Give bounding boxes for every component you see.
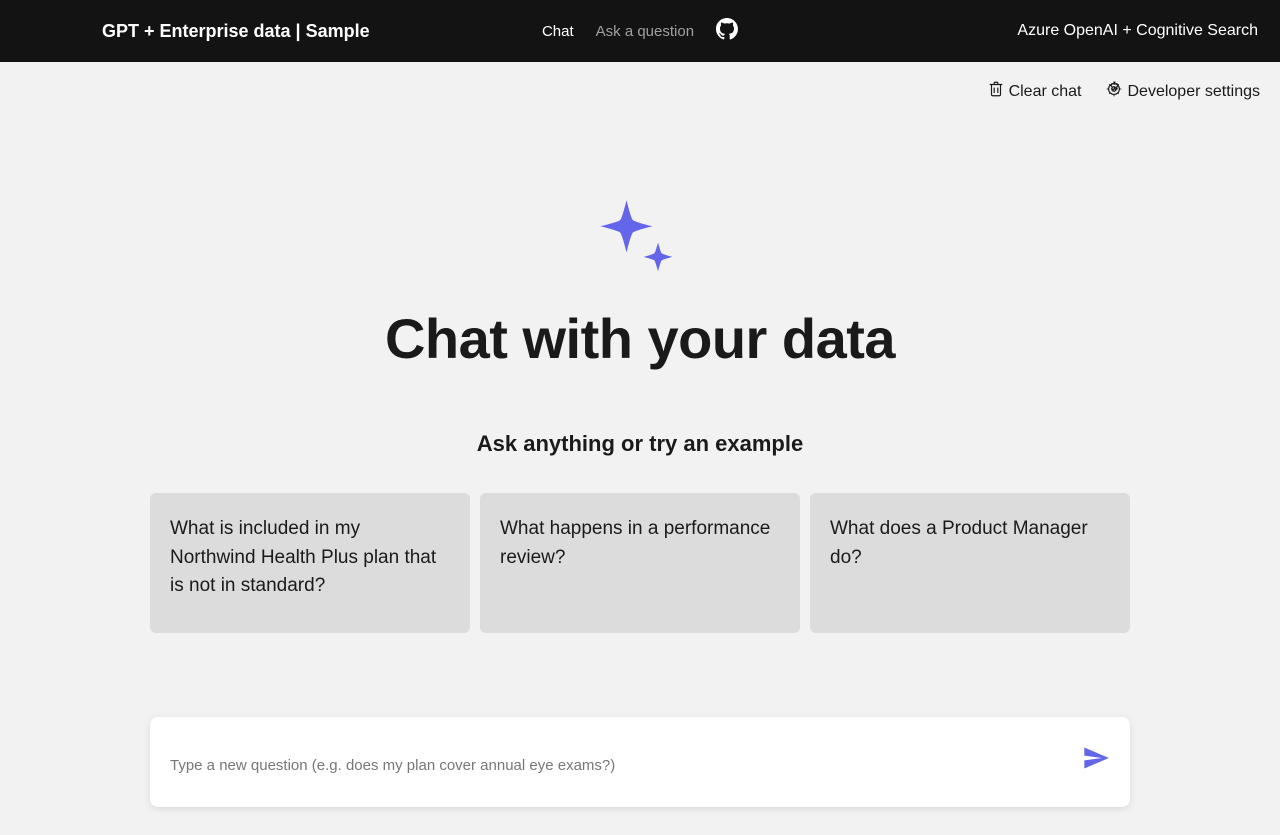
chat-input-container <box>150 717 1130 807</box>
trash-icon <box>987 80 1005 103</box>
main: Chat with your data Ask anything or try … <box>0 103 1280 807</box>
clear-chat-label: Clear chat <box>1009 83 1082 101</box>
chat-input[interactable] <box>170 751 1082 774</box>
toolbar: Clear chat Developer settings <box>0 62 1280 103</box>
example-card[interactable]: What does a Product Manager do? <box>810 493 1130 633</box>
example-card[interactable]: What happens in a performance review? <box>480 493 800 633</box>
nav-ask-question[interactable]: Ask a question <box>596 23 694 40</box>
nav: Chat Ask a question <box>542 18 738 45</box>
page-title: Chat with your data <box>385 306 895 371</box>
send-button[interactable] <box>1082 744 1110 781</box>
header-right-text: Azure OpenAI + Cognitive Search <box>1017 22 1260 40</box>
clear-chat-button[interactable]: Clear chat <box>987 80 1082 103</box>
gear-icon <box>1105 80 1123 103</box>
sparkle-icon <box>595 193 685 306</box>
developer-settings-label: Developer settings <box>1127 83 1260 101</box>
nav-chat[interactable]: Chat <box>542 23 574 40</box>
developer-settings-button[interactable]: Developer settings <box>1105 80 1260 103</box>
github-icon[interactable] <box>716 18 738 45</box>
header: GPT + Enterprise data | Sample Chat Ask … <box>0 0 1280 62</box>
app-title: GPT + Enterprise data | Sample <box>20 21 370 42</box>
example-cards: What is included in my Northwind Health … <box>150 493 1130 633</box>
example-card[interactable]: What is included in my Northwind Health … <box>150 493 470 633</box>
subtitle: Ask anything or try an example <box>477 431 803 457</box>
